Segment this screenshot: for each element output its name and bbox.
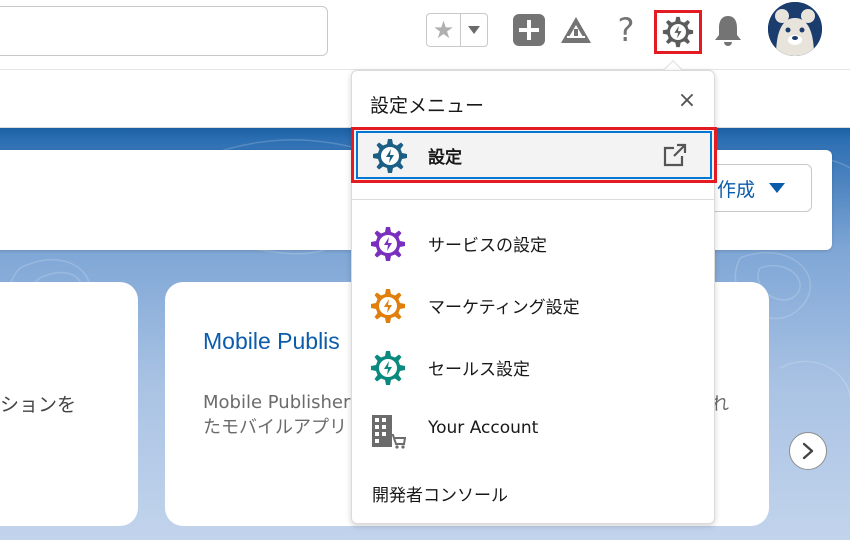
menu-item-label: マーケティング設定	[428, 298, 580, 318]
menu-item-label: サービスの設定	[428, 236, 547, 256]
global-header: ★ ?	[0, 0, 850, 70]
caret-down-icon	[769, 183, 786, 193]
gear-icon	[662, 16, 694, 48]
global-search-input[interactable]	[0, 6, 328, 56]
gear-icon	[373, 139, 407, 173]
favorites-button[interactable]: ★	[427, 14, 461, 46]
setup-button[interactable]	[661, 14, 695, 50]
create-button-label: 作成	[717, 178, 756, 201]
help-icon: ?	[617, 11, 635, 49]
create-button[interactable]: 作成	[708, 164, 812, 212]
star-icon: ★	[432, 16, 455, 44]
trailhead-icon	[561, 17, 591, 43]
plus-icon	[513, 14, 545, 46]
card-title-link[interactable]: Mobile Publis	[203, 328, 340, 355]
card-description-line1: Mobile Publisher	[203, 392, 351, 413]
menu-item-label: セールス設定	[428, 360, 530, 380]
user-avatar[interactable]	[768, 2, 822, 56]
carousel-next-button[interactable]	[789, 432, 827, 470]
gear-icon	[371, 351, 405, 385]
menu-item-developer-console[interactable]: 開発者コンソール	[372, 481, 508, 506]
menu-divider	[352, 199, 714, 200]
bear-avatar-icon	[768, 2, 822, 56]
notifications-button[interactable]	[711, 12, 745, 48]
bell-icon	[715, 16, 741, 46]
menu-item-label: 設定	[428, 148, 462, 168]
focus-ring	[356, 131, 712, 179]
menu-item-your-account[interactable]: Your Account	[352, 401, 714, 459]
menu-item-sales-setup[interactable]: セールス設定	[352, 338, 714, 396]
building-cart-icon	[372, 415, 406, 449]
external-link-icon	[663, 143, 687, 167]
favorites-group: ★	[426, 13, 488, 47]
gear-icon	[371, 227, 405, 261]
menu-item-marketing-setup[interactable]: マーケティング設定	[352, 276, 714, 334]
setup-menu-title: 設定メニュー	[370, 95, 485, 117]
chevron-down-icon	[468, 26, 480, 34]
card-description: Mobile Publisher たモバイルアプリ	[203, 390, 350, 440]
menu-item-service-setup[interactable]: サービスの設定	[352, 214, 714, 272]
help-button[interactable]: ?	[609, 12, 643, 48]
chevron-right-icon	[802, 442, 814, 460]
feature-card-left: ションを	[0, 282, 138, 526]
setup-menu: 設定メニュー × 設定 サービスの設定 マーケティング設定 セールス設定 You…	[351, 70, 717, 524]
menu-item-setup[interactable]: 設定	[351, 127, 717, 183]
menu-item-label: Your Account	[428, 418, 539, 438]
global-actions-button[interactable]	[512, 12, 546, 48]
gear-icon	[371, 289, 405, 323]
close-icon[interactable]: ×	[675, 89, 699, 113]
card-description-line2: たモバイルアプリ	[203, 417, 347, 438]
favorites-list-button[interactable]	[461, 14, 487, 46]
card-description: ションを	[0, 394, 77, 416]
trailhead-button[interactable]	[559, 12, 593, 48]
